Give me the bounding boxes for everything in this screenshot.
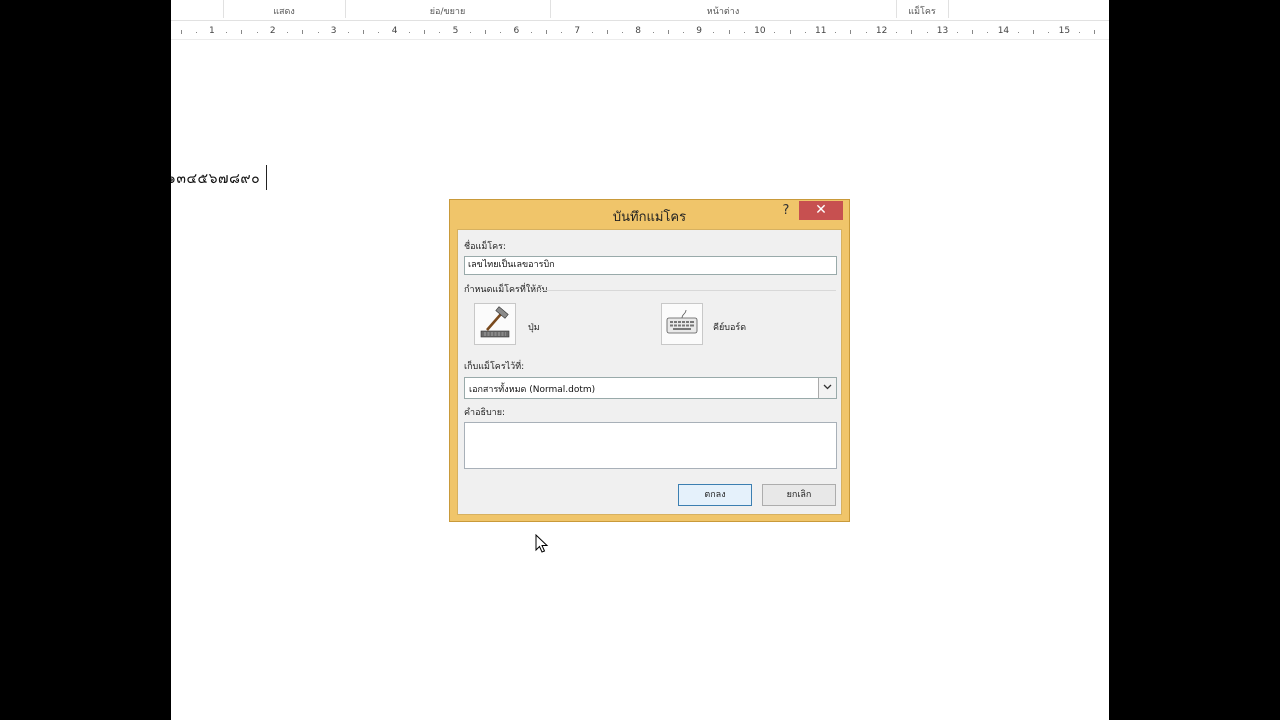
ruler-number: 9 xyxy=(696,26,702,36)
ruler-tick xyxy=(728,30,730,34)
ruler-dot xyxy=(1048,32,1050,33)
ruler-number: 4 xyxy=(391,26,398,36)
ruler-tick xyxy=(241,30,243,34)
ruler-dot xyxy=(561,32,563,33)
ribbon-group-window: หน้าต่าง xyxy=(706,7,740,17)
ruler-number: 12 xyxy=(875,26,888,36)
ruler-tick xyxy=(424,30,426,34)
ruler-dot xyxy=(804,32,806,33)
ruler-dot xyxy=(1078,32,1080,33)
ruler-tick xyxy=(606,30,608,34)
chevron-down-icon[interactable] xyxy=(818,378,836,398)
ruler-dot xyxy=(195,32,197,33)
ruler-number: 3 xyxy=(330,26,337,36)
ruler-dot xyxy=(896,32,898,33)
description-textarea[interactable] xyxy=(464,422,837,469)
document-text[interactable]: ๑๓๔๕๖๗๘๙๐ xyxy=(171,168,260,190)
ruler-dot xyxy=(591,32,593,33)
ruler-number: 8 xyxy=(635,26,642,36)
ruler-dot xyxy=(378,32,380,33)
ruler-dot xyxy=(865,32,867,33)
ruler-dot xyxy=(652,32,654,33)
dialog-title-bar[interactable]: บันทึกแม่โคร ? ✕ xyxy=(450,200,849,229)
ruler-number: 5 xyxy=(452,26,459,36)
ruler-number: 10 xyxy=(754,26,766,36)
ruler-tick xyxy=(972,30,974,34)
ruler-tick xyxy=(1094,30,1096,34)
hammer-icon xyxy=(480,306,510,338)
cancel-button[interactable]: ยกเลิก xyxy=(762,484,836,506)
ruler-dot xyxy=(713,32,715,33)
keyboard-option-label: คีย์บอร์ด xyxy=(713,323,747,333)
ribbon-separator xyxy=(948,0,949,18)
ruler-tick xyxy=(180,30,182,34)
ruler-number: 13 xyxy=(936,26,949,36)
ruler-dot xyxy=(287,32,289,33)
ok-button[interactable]: ตกลง xyxy=(678,484,752,506)
ruler-dot xyxy=(530,32,532,33)
ruler-dot xyxy=(987,32,989,33)
ruler-dot xyxy=(743,32,745,33)
ruler-number: 15 xyxy=(1058,26,1071,36)
record-macro-dialog: บันทึกแม่โคร ? ✕ ชื่อแม็โคร: เลขไทยเป็นเ… xyxy=(449,199,850,522)
ruler-tick xyxy=(302,30,304,34)
assign-macro-label: กำหนดแม็โครที่ให้กับ xyxy=(464,285,548,295)
macro-name-label: ชื่อแม็โคร: xyxy=(464,242,506,252)
ruler-dot xyxy=(774,32,776,33)
ruler-tick xyxy=(485,30,487,34)
ruler-number: 6 xyxy=(513,26,520,36)
ruler-tick xyxy=(911,30,913,34)
ruler-tick xyxy=(789,30,791,34)
ribbon-group-labels: แสดง ย่อ/ขยาย หน้าต่าง แม็โคร xyxy=(171,0,1109,21)
ruler-dot xyxy=(682,32,684,33)
mouse-pointer-icon xyxy=(535,533,549,558)
ribbon-group-macros: แม็โคร xyxy=(908,7,936,17)
ruler-number: 2 xyxy=(269,26,276,36)
ruler-dot xyxy=(622,32,624,33)
ribbon-group-show: แสดง xyxy=(273,7,295,17)
store-macro-select[interactable]: เอกสารทั้งหมด (Normal.dotm) xyxy=(464,377,837,399)
ribbon-group-zoom: ย่อ/ขยาย xyxy=(429,7,466,17)
dialog-body: ชื่อแม็โคร: เลขไทยเป็นเลขอารบิก กำหนดแม็… xyxy=(457,229,842,515)
ruler-tick xyxy=(363,30,365,34)
ruler-dot xyxy=(226,32,228,33)
ruler-dot xyxy=(500,32,502,33)
assign-button-button[interactable] xyxy=(474,303,516,345)
ruler-dot xyxy=(256,32,258,33)
store-macro-value: เอกสารทั้งหมด (Normal.dotm) xyxy=(469,385,596,395)
ruler-tick xyxy=(1033,30,1035,34)
help-button[interactable]: ? xyxy=(776,202,796,220)
macro-name-input[interactable]: เลขไทยเป็นเลขอารบิก xyxy=(464,256,837,275)
ruler-dot xyxy=(835,32,837,33)
horizontal-ruler[interactable]: 1 2 3 4 5 6 7 8 9 10 11 12 13 14 15 xyxy=(171,21,1109,40)
ruler-dot xyxy=(926,32,928,33)
button-option-label: ปุ่ม xyxy=(528,323,540,333)
description-label: คำอธิบาย: xyxy=(464,408,506,418)
assign-keyboard-button[interactable] xyxy=(661,303,703,345)
ruler-number: 11 xyxy=(815,26,827,36)
store-macro-label: เก็บแม็โครไว้ที่: xyxy=(464,362,525,372)
assign-divider xyxy=(538,290,836,291)
ruler-dot xyxy=(408,32,410,33)
ruler-dot xyxy=(1017,32,1019,33)
close-button[interactable]: ✕ xyxy=(799,201,843,220)
ruler-tick xyxy=(850,30,852,34)
ruler-dot xyxy=(439,32,441,33)
ruler-number: 14 xyxy=(997,26,1010,36)
ruler-dot xyxy=(469,32,471,33)
ruler-dot xyxy=(957,32,959,33)
text-caret xyxy=(266,165,267,190)
keyboard-icon xyxy=(666,309,698,334)
ruler-dot xyxy=(348,32,350,33)
ruler-number: 1 xyxy=(209,26,215,36)
ruler-dot xyxy=(317,32,319,33)
ruler-tick xyxy=(545,30,547,34)
ruler-tick xyxy=(667,30,669,34)
ruler-number: 7 xyxy=(574,26,581,36)
